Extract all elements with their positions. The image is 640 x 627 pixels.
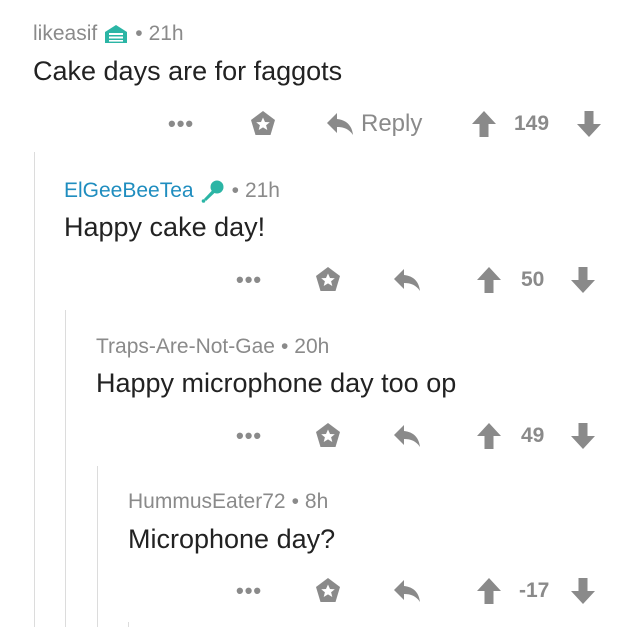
save-button[interactable] (312, 263, 344, 297)
reply-button[interactable] (392, 419, 422, 453)
building-flair-icon (103, 22, 129, 46)
reply-arrow-icon (392, 577, 422, 605)
comment-author[interactable]: ElGeeBeeTea (64, 179, 194, 203)
reply-button[interactable] (392, 574, 422, 608)
vote-score: -17 (519, 579, 550, 602)
upvote-button[interactable] (475, 574, 503, 608)
meta-separator: • (135, 22, 143, 45)
reply-arrow-icon (325, 110, 355, 138)
meta-separator: • (231, 179, 239, 202)
comment-age: 20h (294, 335, 330, 358)
comment-author[interactable]: HummusEater72 (128, 490, 286, 514)
more-options-button[interactable]: ••• (236, 419, 262, 453)
comment-body: Happy cake day! (64, 212, 266, 242)
upvote-arrow-icon (475, 576, 503, 606)
more-options-button[interactable]: ••• (236, 574, 262, 608)
more-options-button[interactable]: ••• (168, 107, 194, 141)
comment-body: Cake days are for faggots (33, 56, 343, 86)
upvote-arrow-icon (475, 265, 503, 295)
save-button[interactable] (312, 574, 344, 608)
comment-author[interactable]: likeasif (33, 22, 97, 46)
upvote-arrow-icon (475, 421, 503, 451)
reply-arrow-icon (392, 266, 422, 294)
downvote-arrow-icon (569, 421, 597, 451)
upvote-button[interactable] (475, 263, 503, 297)
more-options-button[interactable]: ••• (236, 263, 262, 297)
microphone-flair-icon (200, 178, 226, 204)
comment: HummusEater72 • 8h Microphone day? ••• -… (0, 474, 640, 624)
comment-meta: HummusEater72 • 8h (128, 490, 328, 514)
vote-score: 50 (521, 268, 545, 291)
downvote-button[interactable] (569, 419, 597, 453)
downvote-button[interactable] (575, 107, 603, 141)
comment-body: Microphone day? (128, 524, 336, 554)
more-icon: ••• (168, 111, 195, 136)
downvote-arrow-icon (569, 265, 597, 295)
comment-age: 21h (148, 22, 184, 45)
vote-score: 49 (521, 424, 545, 447)
upvote-button[interactable] (470, 107, 498, 141)
comment: likeasif • 21h Cake days are for faggots… (0, 0, 640, 150)
comment-meta: ElGeeBeeTea • 21h (64, 178, 280, 204)
reply-button[interactable] (392, 263, 422, 297)
downvote-button[interactable] (569, 263, 597, 297)
comment-actions: ••• 49 (0, 419, 640, 453)
comment-age: 21h (244, 179, 280, 202)
downvote-arrow-icon (569, 576, 597, 606)
more-icon: ••• (236, 423, 263, 448)
comment-actions: ••• Reply 149 (0, 107, 640, 141)
upvote-button[interactable] (475, 419, 503, 453)
reply-button[interactable]: Reply (325, 107, 422, 141)
comment-actions: ••• 50 (0, 263, 640, 297)
comment: Traps-Are-Not-Gae • 20h Happy microphone… (0, 318, 640, 468)
comment-author[interactable]: Traps-Are-Not-Gae (96, 335, 275, 359)
comment-actions: ••• -17 (0, 574, 640, 608)
save-button[interactable] (247, 107, 279, 141)
more-icon: ••• (236, 267, 263, 292)
save-button[interactable] (312, 419, 344, 453)
reply-label: Reply (361, 110, 423, 137)
downvote-arrow-icon (575, 109, 603, 139)
comment: ElGeeBeeTea • 21h Happy cake day! ••• 50 (0, 160, 640, 310)
comment-body: Happy microphone day too op (96, 368, 457, 398)
comment-meta: likeasif • 21h (33, 22, 184, 46)
meta-separator: • (280, 335, 289, 358)
downvote-button[interactable] (569, 574, 597, 608)
more-icon: ••• (236, 578, 263, 603)
upvote-arrow-icon (470, 109, 498, 139)
comment-meta: Traps-Are-Not-Gae • 20h (96, 335, 329, 359)
star-icon (312, 420, 344, 452)
star-icon (247, 108, 279, 140)
star-icon (312, 264, 344, 296)
star-icon (312, 575, 344, 607)
comment-age: 8h (304, 490, 329, 513)
reply-arrow-icon (392, 422, 422, 450)
meta-separator: • (291, 490, 299, 513)
vote-score: 149 (514, 112, 550, 135)
